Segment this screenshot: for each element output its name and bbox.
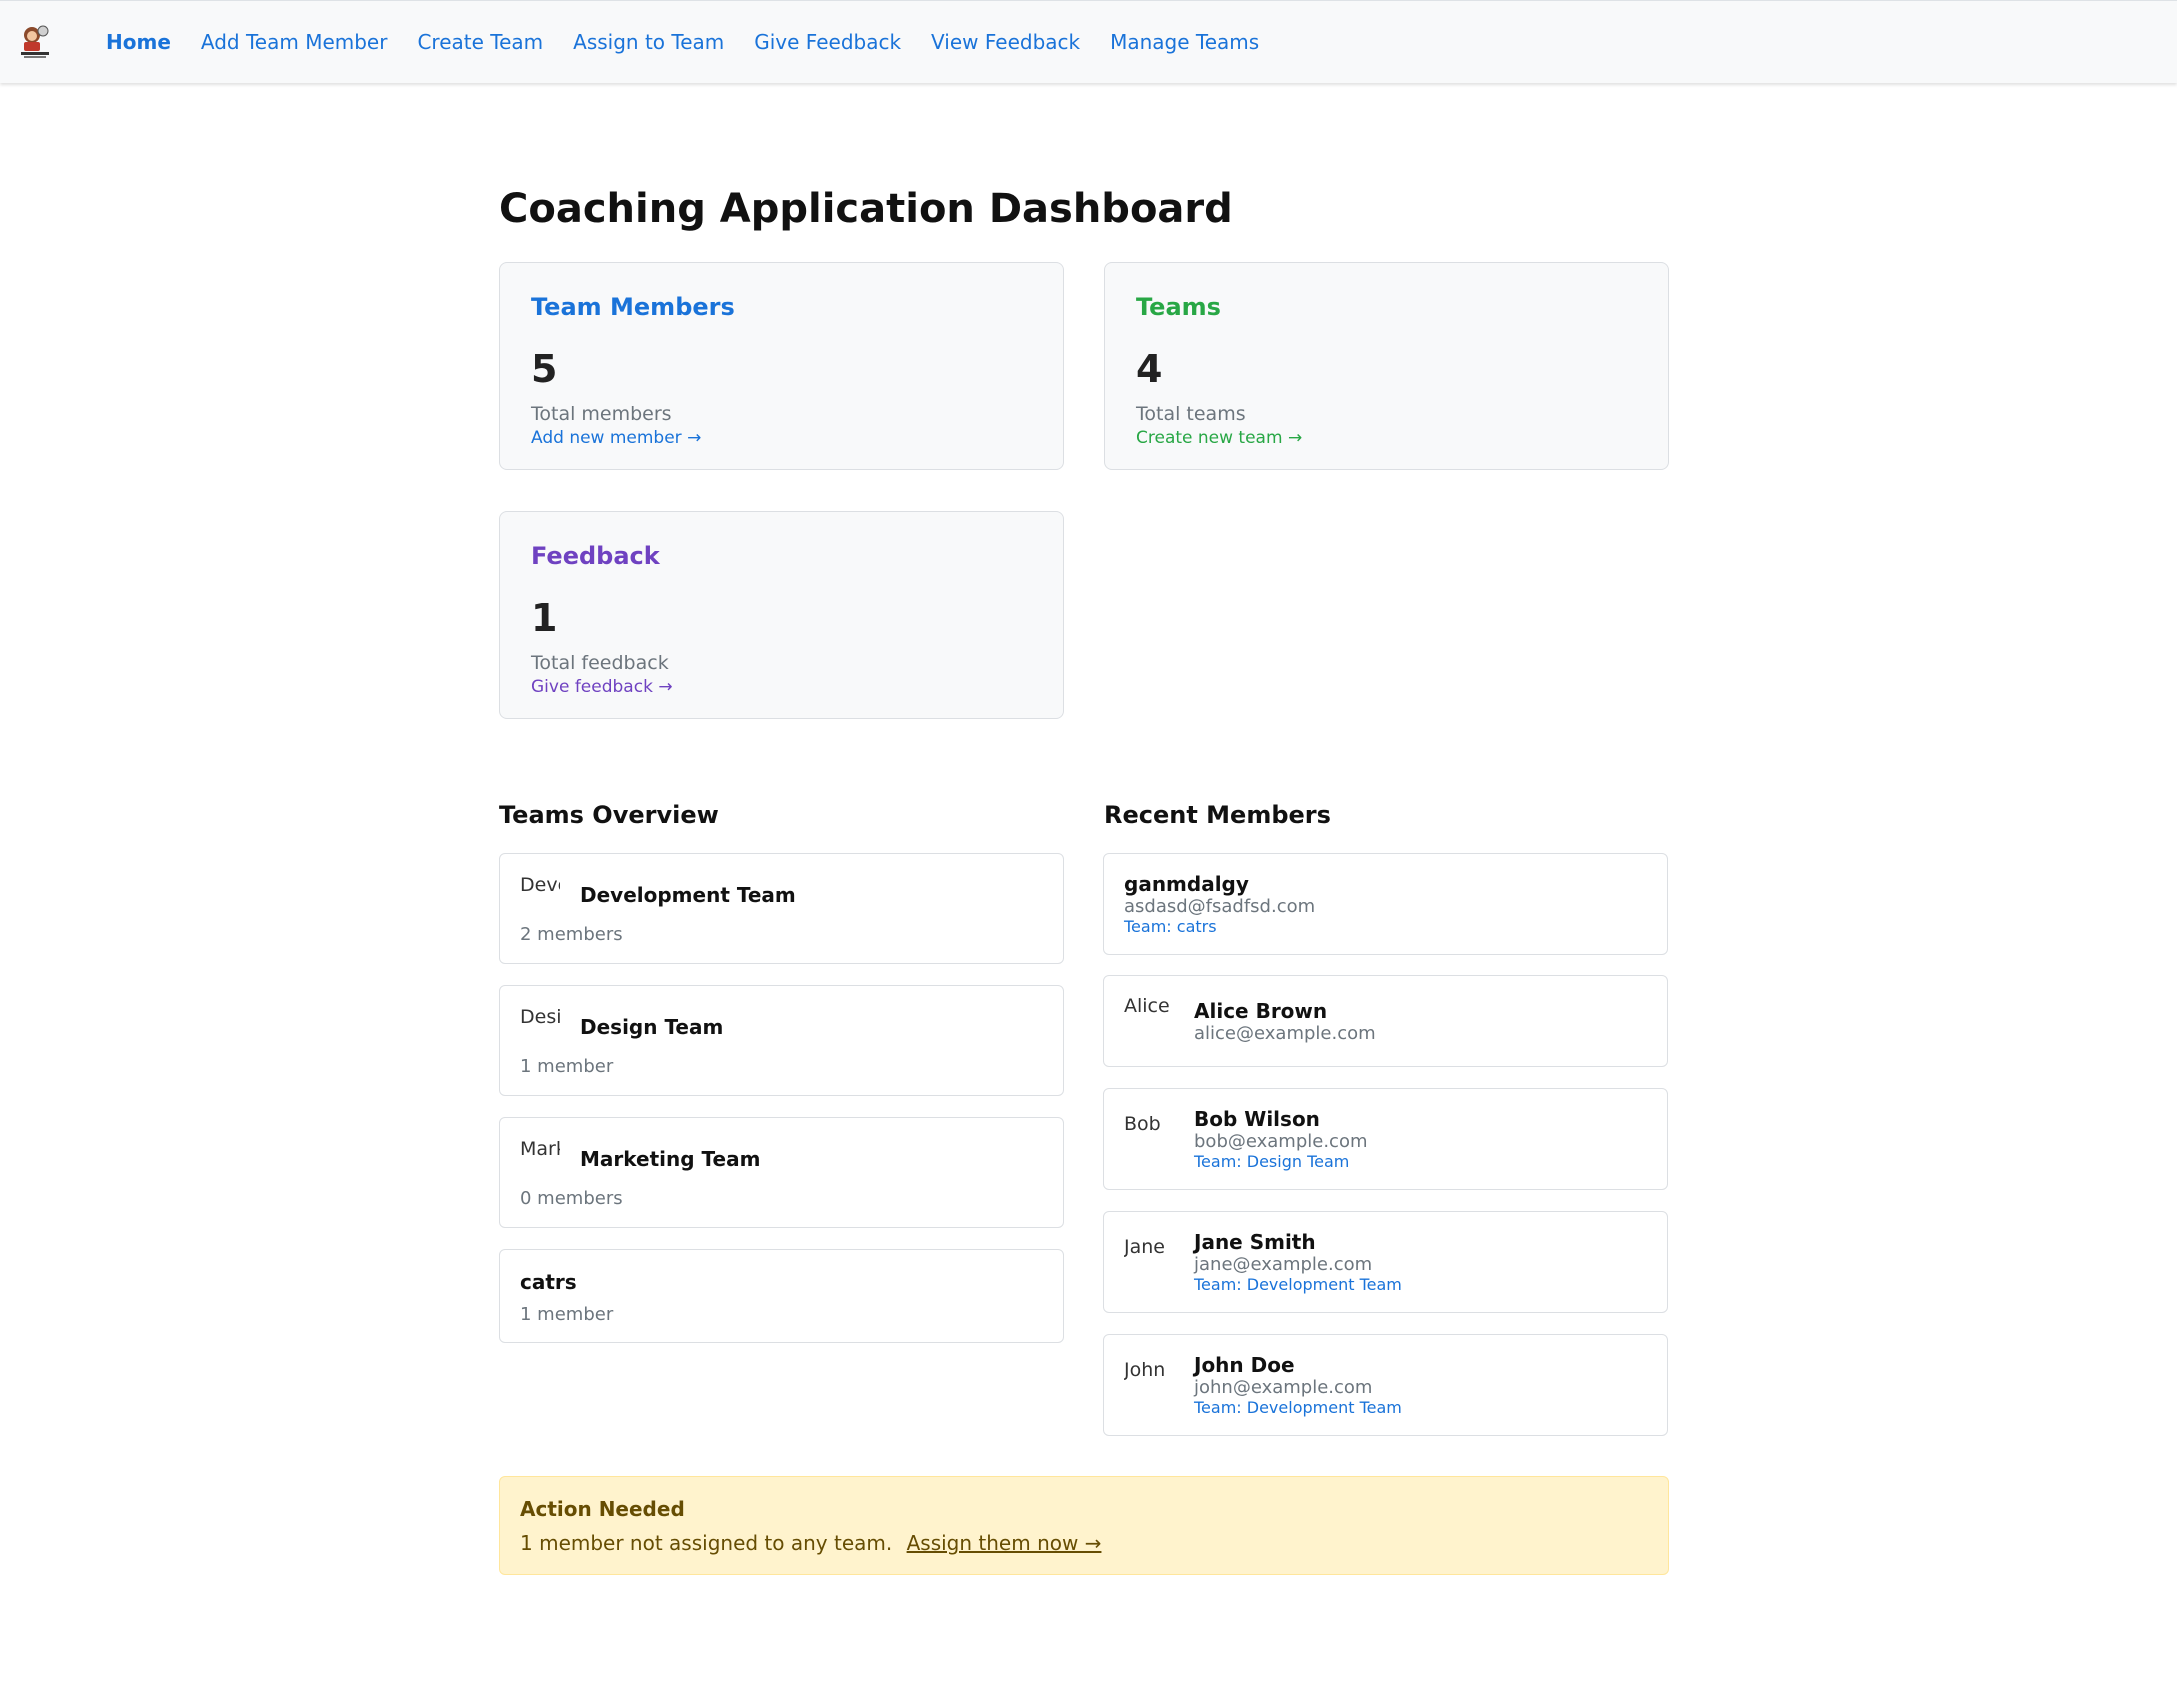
nav-assign-to-team[interactable]: Assign to Team <box>573 30 724 54</box>
stat-title: Feedback <box>531 542 660 570</box>
stat-value: 4 <box>1136 347 1163 391</box>
team-card[interactable]: catrs 1 member <box>499 1249 1064 1343</box>
stat-title: Teams <box>1136 293 1221 321</box>
member-email: asdasd@fsadfsd.com <box>1124 896 1316 917</box>
member-email: alice@example.com <box>1194 1022 1376 1044</box>
top-navbar: Home Add Team Member Create Team Assign … <box>0 0 2177 83</box>
add-new-member-link[interactable]: Add new member → <box>531 428 701 448</box>
member-name: Jane Smith <box>1194 1230 1316 1254</box>
member-team: Team: Design Team <box>1194 1152 1350 1171</box>
member-name: John Doe <box>1194 1353 1295 1377</box>
member-name: Bob Wilson <box>1194 1107 1320 1131</box>
alert-title: Action Needed <box>520 1497 685 1521</box>
team-name: catrs <box>520 1270 577 1294</box>
stat-description: Total teams <box>1136 403 1246 425</box>
give-feedback-link[interactable]: Give feedback → <box>531 677 673 697</box>
member-team: Team: Development Team <box>1194 1275 1402 1294</box>
member-avatar: John <box>1124 1359 1166 1381</box>
nav-links: Home Add Team Member Create Team Assign … <box>106 1 1259 83</box>
stat-title: Team Members <box>531 293 735 321</box>
team-member-count: 1 member <box>520 1304 614 1325</box>
nav-home[interactable]: Home <box>106 30 171 54</box>
stat-card-feedback: Feedback 1 Total feedback Give feedback … <box>499 511 1064 719</box>
stat-description: Total members <box>531 403 672 425</box>
action-needed-alert: Action Needed 1 member not assigned to a… <box>499 1476 1669 1575</box>
assign-them-now-link[interactable]: Assign them now → <box>907 1531 1102 1555</box>
member-name: Alice Brown <box>1194 998 1328 1023</box>
team-name: Development Team <box>580 883 796 907</box>
team-card[interactable]: Mark Marketing Team 0 members <box>499 1117 1064 1228</box>
team-card[interactable]: Desi Design Team 1 member <box>499 985 1064 1096</box>
nav-add-team-member[interactable]: Add Team Member <box>201 30 388 54</box>
member-card[interactable]: Jane Jane Smith jane@example.com Team: D… <box>1103 1211 1668 1313</box>
team-card[interactable]: Deve Development Team 2 members <box>499 853 1064 964</box>
recent-members-title: Recent Members <box>1104 801 1331 829</box>
nav-give-feedback[interactable]: Give Feedback <box>754 30 901 54</box>
stat-value: 5 <box>531 347 558 391</box>
create-new-team-link[interactable]: Create new team → <box>1136 428 1302 448</box>
team-member-count: 1 member <box>520 1056 614 1077</box>
alert-message: 1 member not assigned to any team. <box>520 1531 893 1555</box>
stat-card-teams: Teams 4 Total teams Create new team → <box>1104 262 1669 470</box>
team-member-count: 0 members <box>520 1188 623 1209</box>
alert-text-row: 1 member not assigned to any team. Assig… <box>520 1531 1648 1555</box>
member-card[interactable]: ganmdalgy asdasd@fsadfsd.com Team: catrs <box>1103 853 1668 955</box>
team-image: Deve <box>520 874 560 896</box>
member-avatar: Alice <box>1124 995 1170 1017</box>
member-avatar: Bob <box>1124 1113 1161 1135</box>
page-title: Coaching Application Dashboard <box>499 186 1233 232</box>
member-card[interactable]: John John Doe john@example.com Team: Dev… <box>1103 1334 1668 1436</box>
team-member-count: 2 members <box>520 924 623 945</box>
member-email: bob@example.com <box>1194 1131 1368 1152</box>
nav-view-feedback[interactable]: View Feedback <box>931 30 1080 54</box>
team-image: Desi <box>520 1006 560 1028</box>
member-name: ganmdalgy <box>1124 872 1249 896</box>
member-team: Team: Development Team <box>1194 1398 1402 1417</box>
member-team: Team: catrs <box>1124 917 1217 936</box>
nav-create-team[interactable]: Create Team <box>417 30 543 54</box>
team-name: Design Team <box>580 1015 724 1039</box>
member-email: john@example.com <box>1194 1377 1373 1398</box>
teams-overview-title: Teams Overview <box>499 801 719 829</box>
team-name: Marketing Team <box>580 1147 761 1171</box>
stat-card-members: Team Members 5 Total members Add new mem… <box>499 262 1064 470</box>
member-card[interactable]: Alice Alice Brown alice@example.com <box>1103 975 1668 1067</box>
nav-manage-teams[interactable]: Manage Teams <box>1110 30 1259 54</box>
team-image: Mark <box>520 1138 560 1160</box>
member-avatar: Jane <box>1124 1236 1165 1258</box>
stat-description: Total feedback <box>531 652 669 674</box>
member-email: jane@example.com <box>1194 1254 1373 1275</box>
member-card[interactable]: Bob Bob Wilson bob@example.com Team: Des… <box>1103 1088 1668 1190</box>
app-logo-icon[interactable] <box>18 23 52 61</box>
stat-value: 1 <box>531 596 558 640</box>
